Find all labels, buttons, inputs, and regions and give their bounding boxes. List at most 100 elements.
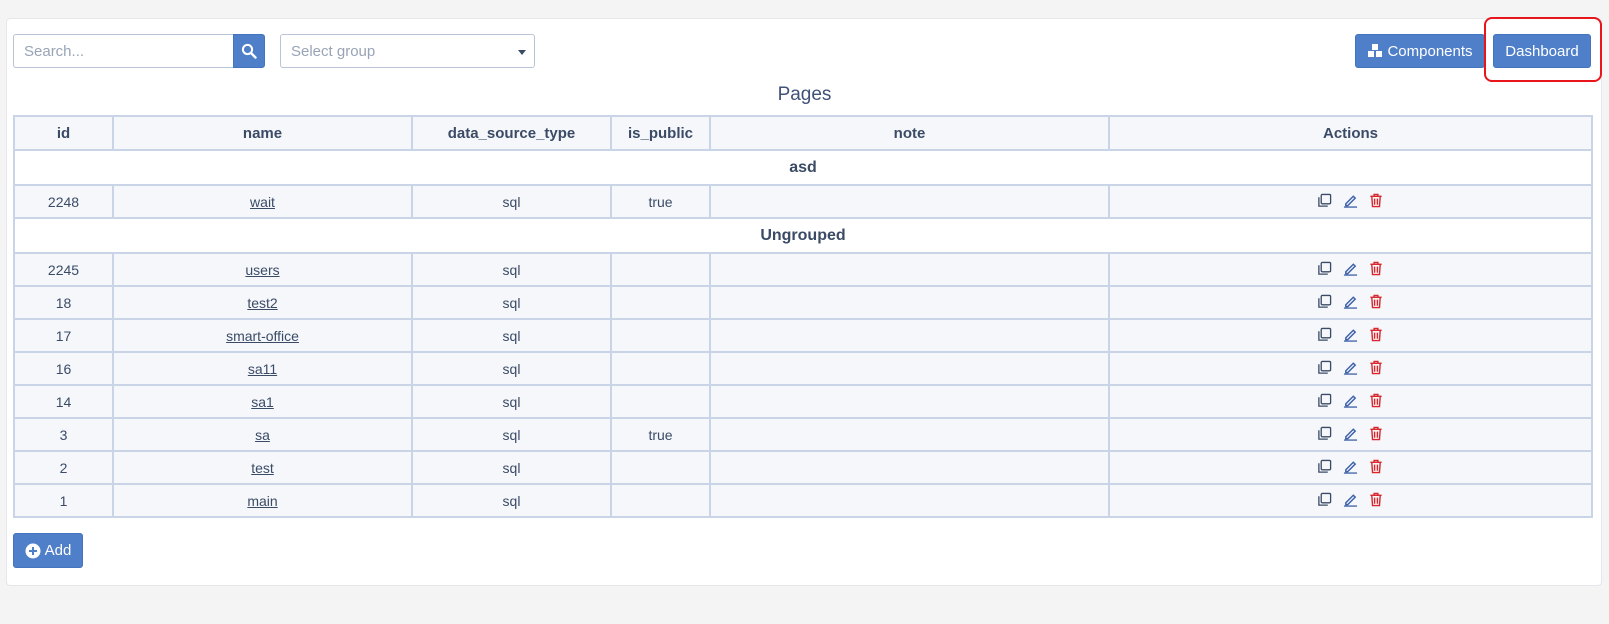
cell-note bbox=[709, 417, 1110, 452]
cell-is-public bbox=[610, 483, 711, 518]
cell-note bbox=[709, 351, 1110, 386]
cell-id: 1 bbox=[13, 483, 114, 518]
table-row: 2248 wait sql true bbox=[13, 184, 1593, 219]
copy-icon[interactable] bbox=[1317, 360, 1333, 376]
row-actions bbox=[1317, 459, 1385, 475]
cell-data-source-type: sql bbox=[411, 450, 612, 485]
column-header-id[interactable]: id bbox=[13, 115, 114, 151]
copy-icon[interactable] bbox=[1317, 492, 1333, 508]
cell-is-public: true bbox=[610, 417, 711, 452]
row-actions bbox=[1317, 492, 1385, 508]
cell-name: sa bbox=[112, 417, 413, 452]
cell-is-public: true bbox=[610, 184, 711, 219]
trash-icon[interactable] bbox=[1369, 327, 1385, 343]
page-name-link[interactable]: sa bbox=[255, 427, 270, 443]
cell-note bbox=[709, 184, 1110, 219]
cell-id: 16 bbox=[13, 351, 114, 386]
group-select-placeholder: Select group bbox=[291, 42, 376, 60]
table-row: 18 test2 sql bbox=[13, 285, 1593, 320]
table-row: 14 sa1 sql bbox=[13, 384, 1593, 419]
edit-icon[interactable] bbox=[1343, 426, 1359, 442]
copy-icon[interactable] bbox=[1317, 393, 1333, 409]
page-name-link[interactable]: users bbox=[245, 262, 279, 278]
trash-icon[interactable] bbox=[1369, 492, 1385, 508]
cell-note bbox=[709, 450, 1110, 485]
column-header-note[interactable]: note bbox=[709, 115, 1110, 151]
table-row: 17 smart-office sql bbox=[13, 318, 1593, 353]
cell-actions bbox=[1108, 384, 1593, 419]
cell-id: 14 bbox=[13, 384, 114, 419]
copy-icon[interactable] bbox=[1317, 327, 1333, 343]
table-row: 16 sa11 sql bbox=[13, 351, 1593, 386]
copy-icon[interactable] bbox=[1317, 459, 1333, 475]
trash-icon[interactable] bbox=[1369, 426, 1385, 442]
cell-actions bbox=[1108, 351, 1593, 386]
edit-icon[interactable] bbox=[1343, 360, 1359, 376]
page-name-link[interactable]: sa1 bbox=[251, 394, 274, 410]
page-name-link[interactable]: sa11 bbox=[248, 361, 277, 377]
page-name-link[interactable]: test2 bbox=[247, 295, 277, 311]
cell-data-source-type: sql bbox=[411, 351, 612, 386]
edit-icon[interactable] bbox=[1343, 492, 1359, 508]
copy-icon[interactable] bbox=[1317, 261, 1333, 277]
row-actions bbox=[1317, 360, 1385, 376]
cell-is-public bbox=[610, 351, 711, 386]
row-actions bbox=[1317, 261, 1385, 277]
table-row: 3 sa sql true bbox=[13, 417, 1593, 452]
table-row: 2 test sql bbox=[13, 450, 1593, 485]
cell-data-source-type: sql bbox=[411, 252, 612, 287]
cell-id: 2245 bbox=[13, 252, 114, 287]
cell-id: 2 bbox=[13, 450, 114, 485]
edit-icon[interactable] bbox=[1343, 459, 1359, 475]
highlight-box bbox=[1484, 17, 1602, 82]
column-header-data-source-type[interactable]: data_source_type bbox=[411, 115, 612, 151]
cell-id: 3 bbox=[13, 417, 114, 452]
row-actions bbox=[1317, 193, 1385, 209]
cell-data-source-type: sql bbox=[411, 285, 612, 320]
group-label: asd bbox=[13, 149, 1593, 186]
row-actions bbox=[1317, 327, 1385, 343]
column-header-name[interactable]: name bbox=[112, 115, 413, 151]
copy-icon[interactable] bbox=[1317, 426, 1333, 442]
edit-icon[interactable] bbox=[1343, 193, 1359, 209]
group-select[interactable]: Select group bbox=[280, 34, 535, 68]
cell-note bbox=[709, 285, 1110, 320]
plus-circle-icon bbox=[25, 543, 41, 559]
trash-icon[interactable] bbox=[1369, 193, 1385, 209]
cell-actions bbox=[1108, 252, 1593, 287]
pages-table: id name data_source_type is_public note … bbox=[13, 115, 1593, 518]
cell-note bbox=[709, 483, 1110, 518]
edit-icon[interactable] bbox=[1343, 327, 1359, 343]
edit-icon[interactable] bbox=[1343, 294, 1359, 310]
edit-icon[interactable] bbox=[1343, 261, 1359, 277]
copy-icon[interactable] bbox=[1317, 294, 1333, 310]
row-actions bbox=[1317, 393, 1385, 409]
edit-icon[interactable] bbox=[1343, 393, 1359, 409]
cell-name: smart-office bbox=[112, 318, 413, 353]
cell-name: test bbox=[112, 450, 413, 485]
copy-icon[interactable] bbox=[1317, 193, 1333, 209]
search-input[interactable] bbox=[13, 34, 233, 68]
components-button[interactable]: Components bbox=[1355, 34, 1485, 68]
column-header-actions: Actions bbox=[1108, 115, 1593, 151]
trash-icon[interactable] bbox=[1369, 261, 1385, 277]
page-name-link[interactable]: wait bbox=[250, 194, 275, 210]
trash-icon[interactable] bbox=[1369, 393, 1385, 409]
trash-icon[interactable] bbox=[1369, 459, 1385, 475]
cell-name: main bbox=[112, 483, 413, 518]
cell-data-source-type: sql bbox=[411, 483, 612, 518]
search-button[interactable] bbox=[233, 34, 265, 68]
page-name-link[interactable]: main bbox=[247, 493, 277, 509]
page-name-link[interactable]: smart-office bbox=[226, 328, 299, 344]
trash-icon[interactable] bbox=[1369, 294, 1385, 310]
cell-id: 17 bbox=[13, 318, 114, 353]
cell-actions bbox=[1108, 285, 1593, 320]
row-actions bbox=[1317, 294, 1385, 310]
add-button[interactable]: Add bbox=[13, 533, 83, 568]
page-name-link[interactable]: test bbox=[251, 460, 274, 476]
trash-icon[interactable] bbox=[1369, 360, 1385, 376]
column-header-is-public[interactable]: is_public bbox=[610, 115, 711, 151]
cell-is-public bbox=[610, 450, 711, 485]
cell-actions bbox=[1108, 318, 1593, 353]
components-label: Components bbox=[1387, 42, 1473, 60]
